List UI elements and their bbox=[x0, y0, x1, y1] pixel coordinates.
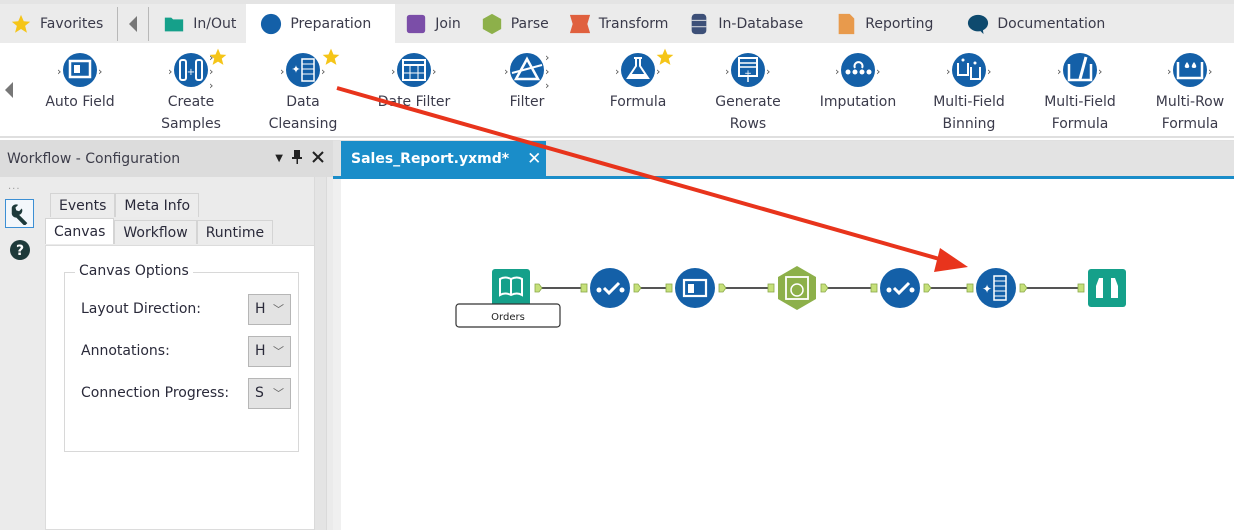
svg-text:✦: ✦ bbox=[982, 282, 992, 296]
select-check-icon bbox=[596, 287, 602, 293]
connection[interactable] bbox=[718, 283, 775, 293]
output-anchor[interactable] bbox=[718, 283, 727, 293]
select-check-icon bbox=[886, 287, 892, 293]
annotation-text: Orders bbox=[491, 312, 525, 323]
input-anchor[interactable] bbox=[580, 283, 588, 293]
connection[interactable] bbox=[923, 283, 974, 293]
output-anchor[interactable] bbox=[534, 283, 543, 293]
input-anchor[interactable] bbox=[767, 283, 775, 293]
output-anchor[interactable] bbox=[820, 283, 829, 293]
arrow-head bbox=[934, 248, 968, 272]
app-window: Favorites In/Out Preparation Join Parse … bbox=[0, 0, 1234, 530]
input-anchor[interactable] bbox=[1077, 283, 1085, 293]
workflow-node-input[interactable] bbox=[492, 269, 530, 307]
workflow-node-select[interactable] bbox=[880, 268, 920, 308]
input-anchor[interactable] bbox=[665, 283, 673, 293]
output-anchor[interactable] bbox=[1019, 283, 1028, 293]
node-annotation[interactable]: Orders bbox=[455, 303, 561, 328]
input-anchor[interactable] bbox=[870, 283, 878, 293]
connection[interactable] bbox=[633, 283, 673, 293]
workflow-node-data-cleansing[interactable]: ✦ bbox=[976, 268, 1016, 308]
workflow-node-browse[interactable] bbox=[1088, 269, 1126, 307]
connection[interactable] bbox=[1019, 283, 1085, 293]
workflow-node-select[interactable] bbox=[590, 268, 630, 308]
connection[interactable] bbox=[534, 283, 588, 293]
workflow-overlay: Orders ✦ bbox=[336, 86, 1126, 328]
highlight-arrow bbox=[336, 86, 968, 272]
workflow-node-datetime[interactable] bbox=[778, 266, 816, 310]
input-anchor[interactable] bbox=[966, 283, 974, 293]
workflow-node-auto-field[interactable] bbox=[675, 268, 715, 308]
output-anchor[interactable] bbox=[923, 283, 932, 293]
output-anchor[interactable] bbox=[633, 283, 642, 293]
connection[interactable] bbox=[820, 283, 878, 293]
